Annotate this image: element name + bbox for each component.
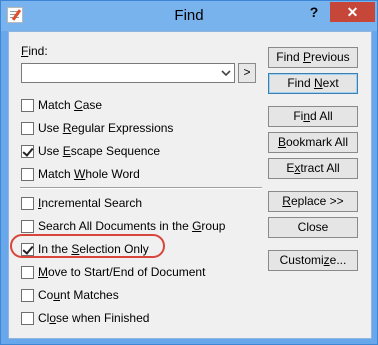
regex-helper-button[interactable]: >: [238, 63, 256, 83]
match-case-label: Match Case: [38, 98, 103, 112]
bookmark-all-button[interactable]: Bookmark All: [268, 132, 358, 153]
count-matches-checkbox[interactable]: [21, 289, 34, 302]
find-next-button[interactable]: Find Next: [268, 73, 358, 94]
dialog-body: Find: > Match Case Use Regular Expressio…: [8, 31, 372, 339]
separator: [20, 187, 262, 189]
close-button[interactable]: Close: [268, 217, 358, 238]
whole-word-label: Match Whole Word: [38, 167, 140, 181]
extract-all-button[interactable]: Extract All: [268, 158, 358, 179]
regex-label: Use Regular Expressions: [38, 121, 174, 135]
close-when-finished-checkbox[interactable]: [21, 312, 34, 325]
help-button[interactable]: ?: [301, 2, 327, 22]
count-matches-label: Count Matches: [38, 288, 119, 302]
find-combo-input[interactable]: [21, 63, 235, 83]
highlight-ring: [10, 234, 165, 258]
search-all-docs-label: Search All Documents in the Group: [38, 219, 226, 233]
close-window-button[interactable]: ✕: [330, 2, 375, 22]
find-label: Find:: [21, 44, 48, 58]
whole-word-checkbox[interactable]: [21, 168, 34, 181]
escape-sequence-label: Use Escape Sequence: [38, 144, 161, 158]
find-all-button[interactable]: Find All: [268, 106, 358, 127]
chevron-down-icon[interactable]: [220, 67, 232, 79]
close-when-finished-label: Close when Finished: [38, 311, 150, 325]
match-case-checkbox[interactable]: [21, 99, 34, 112]
move-start-end-label: Move to Start/End of Document: [38, 265, 206, 279]
replace-button[interactable]: Replace >>: [268, 191, 358, 212]
find-dialog: Find ? ✕ Find: > Match Case Use Regular …: [0, 0, 378, 345]
find-previous-button[interactable]: Find Previous: [268, 47, 358, 68]
escape-sequence-checkbox[interactable]: [21, 145, 34, 158]
title-bar[interactable]: Find ? ✕: [1, 1, 377, 31]
move-start-end-checkbox[interactable]: [21, 266, 34, 279]
search-all-docs-checkbox[interactable]: [21, 220, 34, 233]
regex-checkbox[interactable]: [21, 122, 34, 135]
incremental-search-checkbox[interactable]: [21, 197, 34, 210]
incremental-search-label: Incremental Search: [38, 196, 143, 210]
customize-button[interactable]: Customize...: [268, 250, 358, 271]
